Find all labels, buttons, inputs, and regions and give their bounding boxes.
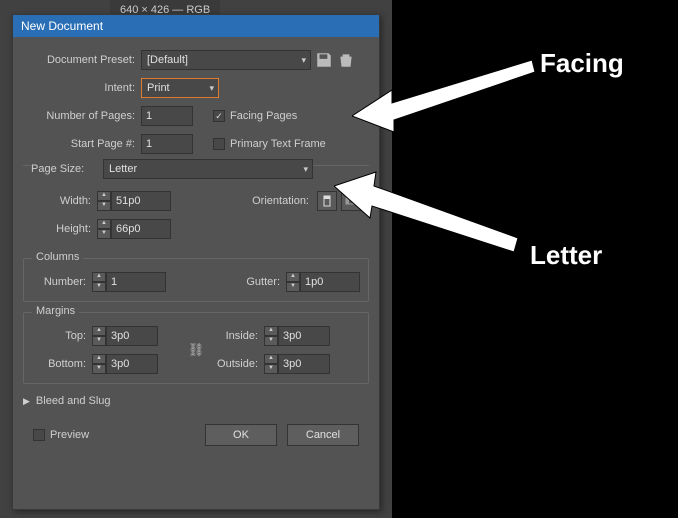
spin-up-icon[interactable]: ▲ (97, 219, 111, 229)
width-input[interactable] (111, 191, 171, 211)
start-page-input[interactable] (141, 134, 193, 154)
margin-top-spinner[interactable]: ▲▼ (92, 326, 158, 346)
margin-top-label: Top: (32, 330, 92, 342)
margin-inside-input[interactable] (278, 326, 330, 346)
columns-legend: Columns (32, 251, 83, 263)
number-of-pages-label: Number of Pages: (23, 110, 141, 122)
spin-up-icon[interactable]: ▲ (264, 326, 278, 336)
annotation-text-letter: Letter (530, 240, 602, 271)
width-spinner[interactable]: ▲▼ (97, 191, 171, 211)
dialog-titlebar[interactable]: New Document (13, 15, 379, 37)
document-preset-value: [Default] (147, 54, 188, 66)
spin-down-icon[interactable]: ▼ (92, 282, 106, 292)
margin-inside-label: Inside: (204, 330, 264, 342)
gutter-input[interactable] (300, 272, 360, 292)
gutter-spinner[interactable]: ▲▼ (286, 272, 360, 292)
spin-up-icon[interactable]: ▲ (92, 272, 106, 282)
width-label: Width: (31, 195, 97, 207)
facing-pages-checkbox[interactable]: ✓ Facing Pages (213, 110, 297, 122)
page-size-fieldset: Page Size: Letter Width: ▲▼ Orientation:… (23, 165, 369, 248)
margin-bottom-label: Bottom: (32, 358, 92, 370)
columns-fieldset: Columns Number: ▲▼ Gutter: ▲▼ (23, 258, 369, 302)
column-number-spinner[interactable]: ▲▼ (92, 272, 166, 292)
checkbox-checked-icon: ✓ (213, 110, 225, 122)
spin-down-icon[interactable]: ▼ (97, 201, 111, 211)
checkbox-unchecked-icon (33, 429, 45, 441)
spin-up-icon[interactable]: ▲ (92, 326, 106, 336)
link-margins-icon[interactable]: ⛓ (188, 338, 204, 362)
gutter-label: Gutter: (206, 276, 286, 288)
column-number-label: Number: (32, 276, 92, 288)
intent-value: Print (147, 82, 170, 94)
primary-text-frame-checkbox[interactable]: Primary Text Frame (213, 138, 326, 150)
intent-select[interactable]: Print (141, 78, 219, 98)
ok-button[interactable]: OK (205, 424, 277, 446)
spin-down-icon[interactable]: ▼ (92, 336, 106, 346)
spin-down-icon[interactable]: ▼ (97, 229, 111, 239)
margin-bottom-input[interactable] (106, 354, 158, 374)
spin-down-icon[interactable]: ▼ (264, 364, 278, 374)
document-preset-label: Document Preset: (23, 54, 141, 66)
preview-checkbox[interactable]: Preview (33, 429, 89, 441)
checkbox-unchecked-icon (213, 138, 225, 150)
spin-up-icon[interactable]: ▲ (264, 354, 278, 364)
page-size-select[interactable]: Letter (103, 159, 313, 179)
margin-bottom-spinner[interactable]: ▲▼ (92, 354, 158, 374)
start-page-label: Start Page #: (23, 138, 141, 150)
margin-top-input[interactable] (106, 326, 158, 346)
intent-label: Intent: (23, 82, 141, 94)
page-size-label: Page Size: (31, 163, 103, 175)
height-label: Height: (31, 223, 97, 235)
document-preset-select[interactable]: [Default] (141, 50, 311, 70)
spin-down-icon[interactable]: ▼ (286, 282, 300, 292)
primary-text-frame-label: Primary Text Frame (230, 138, 326, 150)
spin-down-icon[interactable]: ▼ (92, 364, 106, 374)
spin-up-icon[interactable]: ▲ (286, 272, 300, 282)
facing-pages-label: Facing Pages (230, 110, 297, 122)
page-size-value: Letter (109, 163, 137, 175)
orientation-landscape-icon[interactable] (341, 191, 361, 211)
preview-label: Preview (50, 429, 89, 441)
bleed-slug-label: Bleed and Slug (36, 395, 111, 407)
margin-outside-input[interactable] (278, 354, 330, 374)
margins-legend: Margins (32, 305, 79, 317)
bleed-slug-disclosure[interactable]: ▶ Bleed and Slug (23, 390, 369, 412)
orientation-label: Orientation: (223, 195, 313, 207)
orientation-portrait-icon[interactable] (317, 191, 337, 211)
annotation-text-facing: Facing (540, 48, 624, 79)
disclosure-arrow-icon: ▶ (23, 396, 30, 407)
column-number-input[interactable] (106, 272, 166, 292)
spin-down-icon[interactable]: ▼ (264, 336, 278, 346)
number-of-pages-input[interactable] (141, 106, 193, 126)
save-preset-icon[interactable] (315, 51, 333, 69)
margins-fieldset: Margins Top: ▲▼ Bottom: ▲▼ (23, 312, 369, 384)
cancel-button[interactable]: Cancel (287, 424, 359, 446)
margin-inside-spinner[interactable]: ▲▼ (264, 326, 330, 346)
height-input[interactable] (111, 219, 171, 239)
margin-outside-spinner[interactable]: ▲▼ (264, 354, 330, 374)
height-spinner[interactable]: ▲▼ (97, 219, 171, 239)
new-document-dialog: New Document Document Preset: [Default] … (12, 14, 380, 510)
delete-preset-icon[interactable] (337, 51, 355, 69)
spin-up-icon[interactable]: ▲ (97, 191, 111, 201)
margin-outside-label: Outside: (204, 358, 264, 370)
spin-up-icon[interactable]: ▲ (92, 354, 106, 364)
